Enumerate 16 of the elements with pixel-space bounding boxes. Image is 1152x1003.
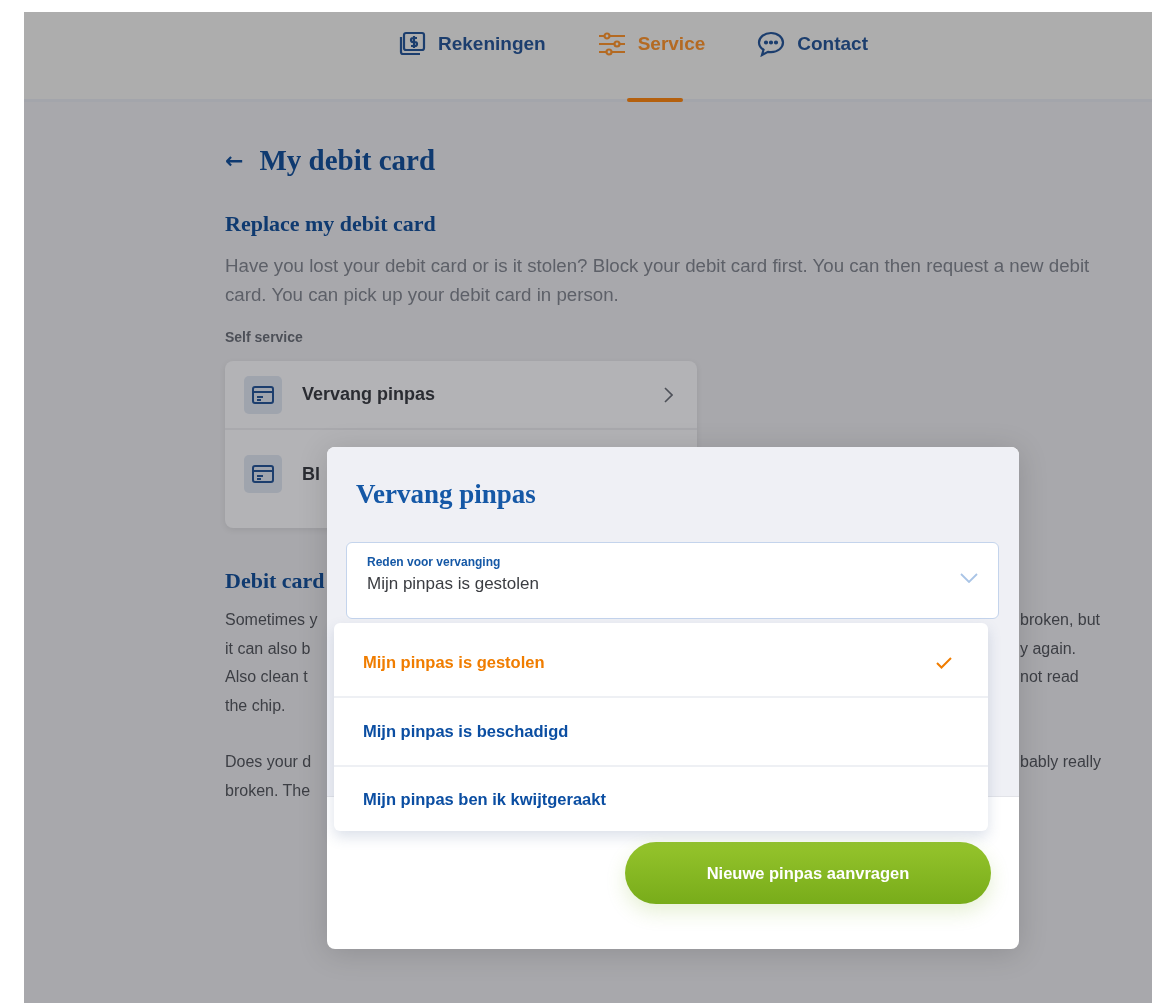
paragraph-fragment: bably really [1020, 752, 1101, 772]
paragraph-fragment: y again. [1020, 638, 1077, 659]
section-heading: Replace my debit card [225, 211, 436, 237]
paragraph-fragment: the chip. [225, 695, 286, 716]
section-label: Self service [225, 329, 304, 345]
page-title: My debit card [259, 144, 436, 177]
paragraph-fragment: Does your d [225, 752, 312, 772]
modal-title: Vervang pinpas [356, 479, 537, 510]
paragraph-fragment: broken. The [225, 780, 311, 801]
paragraph-fragment: it can also b [225, 638, 311, 659]
paragraph-fragment: Sometimes y [225, 610, 318, 630]
paragraph-fragment: broken, but [1020, 610, 1101, 630]
paragraph-fragment: not read [1020, 667, 1079, 687]
paragraph-fragment: Also clean t [225, 667, 308, 687]
section-heading: Debit card [225, 568, 325, 594]
intro-paragraph: Have you lost your debit card or is it stolen? Block your debit card first. You can then request a new debit card. You can pick up your debit card in person. [225, 254, 1091, 307]
